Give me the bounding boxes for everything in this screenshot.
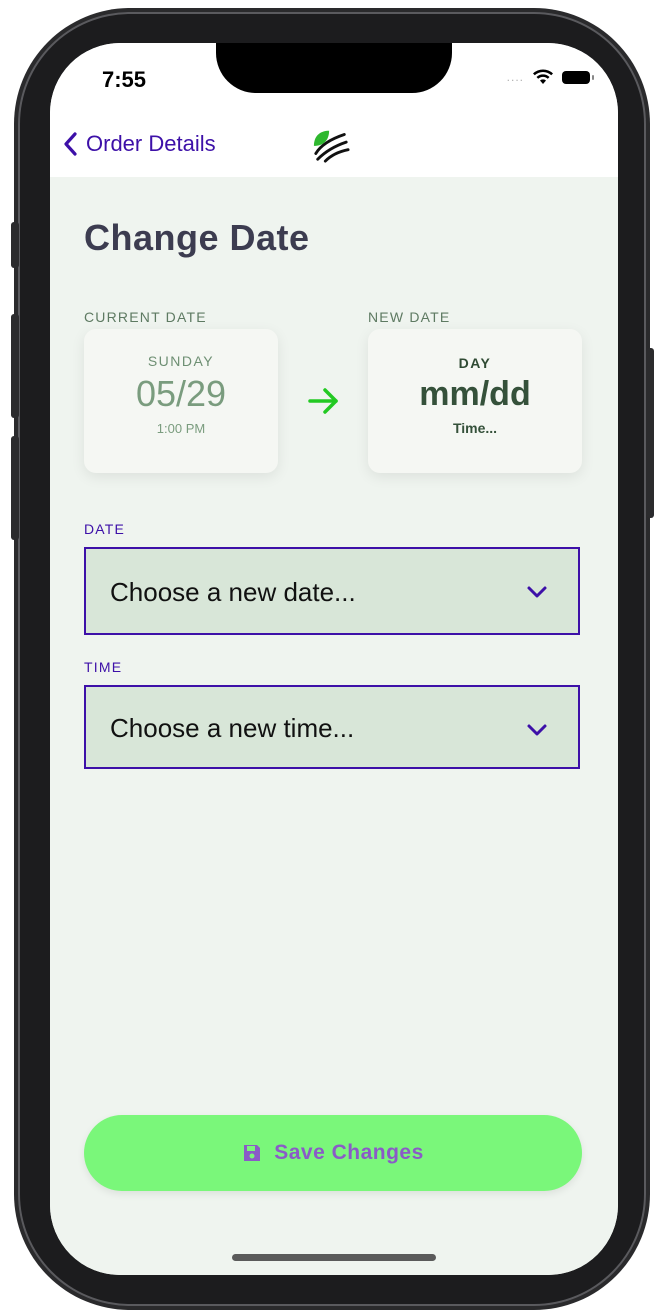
date-select[interactable]: Choose a new date...: [84, 547, 580, 635]
battery-icon: [562, 70, 594, 84]
chevron-down-icon: [527, 586, 547, 598]
new-date-label: NEW DATE: [368, 309, 451, 325]
date-field-label: DATE: [84, 521, 126, 537]
save-changes-button[interactable]: Save Changes: [84, 1115, 582, 1191]
signal-icon: ....: [506, 70, 524, 84]
new-date-value: mm/dd: [419, 375, 531, 413]
leaf-stripes-logo: [313, 130, 350, 163]
back-button[interactable]: Order Details: [62, 131, 216, 157]
back-button-label: Order Details: [86, 131, 216, 156]
chevron-left-icon: [64, 132, 77, 156]
arrow-right-icon: [308, 388, 338, 414]
date-select-value: Choose a new date...: [110, 577, 356, 607]
chevron-down-icon: [527, 724, 547, 736]
side-button-volume-up: [11, 314, 19, 418]
current-date-value: 05/29: [135, 373, 227, 414]
new-date-card: DAY mm/dd Time...: [368, 329, 582, 473]
current-day: SUNDAY: [147, 353, 215, 369]
time-field-label: TIME: [84, 659, 123, 675]
side-button-volume-down: [11, 436, 19, 540]
time-select-value: Choose a new time...: [110, 713, 355, 743]
side-button-power: [646, 348, 654, 518]
side-button-mute: [11, 222, 19, 268]
navigation-bar: Order Details: [50, 123, 618, 177]
notch: [216, 43, 452, 93]
status-icons: ....: [506, 69, 594, 85]
current-date-label: CURRENT DATE: [84, 309, 207, 325]
status-time: 7:55: [102, 67, 147, 92]
main-content: Change Date CURRENT DATE SUNDAY 05/29 1:…: [50, 177, 618, 1275]
time-select[interactable]: Choose a new time...: [84, 685, 580, 769]
app-screen: 7:55 .... Order Details Change Date CURR…: [50, 43, 618, 1275]
current-time: 1:00 PM: [156, 421, 206, 436]
home-indicator[interactable]: [232, 1254, 436, 1261]
current-date-card: SUNDAY 05/29 1:00 PM: [84, 329, 278, 473]
new-time: Time...: [452, 420, 498, 436]
new-day: DAY: [458, 355, 492, 371]
save-changes-label: Save Changes: [274, 1141, 424, 1164]
floppy-disk-icon: [244, 1145, 261, 1161]
page-title: Change Date: [84, 217, 310, 258]
wifi-icon: [533, 69, 553, 84]
